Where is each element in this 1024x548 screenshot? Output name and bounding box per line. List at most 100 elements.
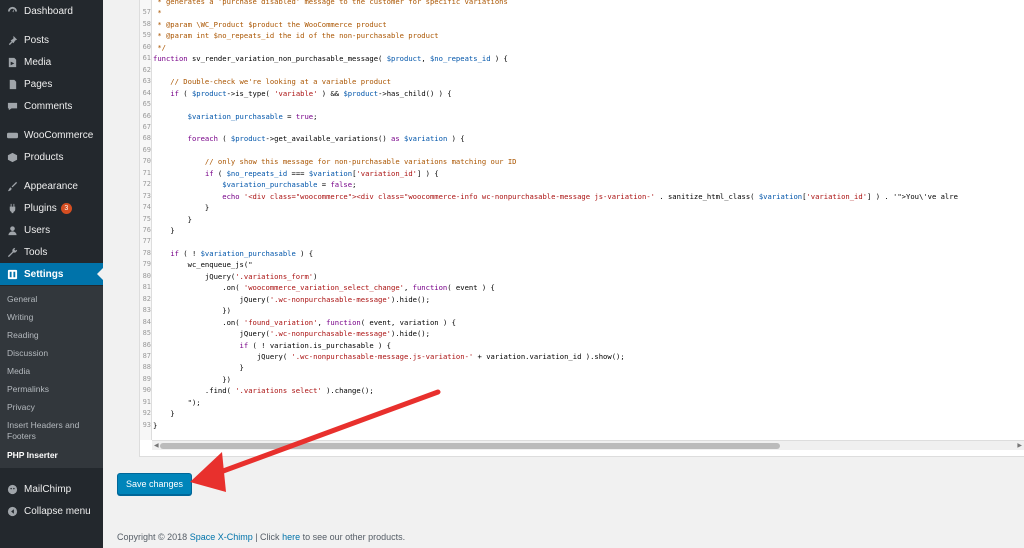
- submenu-item-general[interactable]: General: [7, 294, 99, 305]
- sidebar-item-label: MailChimp: [24, 483, 72, 495]
- save-changes-button[interactable]: Save changes: [117, 473, 192, 495]
- code-line[interactable]: 66 $variation_purchasable = true;: [140, 111, 1024, 122]
- code-line[interactable]: 67: [140, 122, 1024, 133]
- submenu-item-permalinks[interactable]: Permalinks: [7, 384, 99, 395]
- code-line[interactable]: 79 wc_enqueue_js(": [140, 259, 1024, 270]
- submenu-item-reading[interactable]: Reading: [7, 330, 99, 341]
- code-line[interactable]: 81 .on( 'woocommerce_variation_select_ch…: [140, 282, 1024, 293]
- submenu-item-discussion[interactable]: Discussion: [7, 348, 99, 359]
- sidebar-item-woocommerce[interactable]: WooCommerce: [0, 124, 103, 146]
- users-icon: [6, 224, 18, 236]
- code-line[interactable]: 92 }: [140, 408, 1024, 419]
- code-line[interactable]: 65: [140, 99, 1024, 110]
- sidebar-item-label: Products: [24, 151, 64, 163]
- sidebar-item-products[interactable]: Products: [0, 146, 103, 168]
- sidebar-item-mailchimp[interactable]: MailChimp: [0, 478, 103, 500]
- line-number: 82: [142, 294, 151, 303]
- horizontal-scrollbar[interactable]: ◀ ▶: [152, 440, 1024, 450]
- code-line[interactable]: 82 jQuery('.wc-nonpurchasable-message').…: [140, 294, 1024, 305]
- company-link[interactable]: Space X-Chimp: [190, 532, 253, 542]
- code-text: * @param int $no_repeats_id the id of th…: [153, 31, 439, 41]
- line-number: 79: [142, 260, 151, 269]
- code-line[interactable]: 80 jQuery('.variations_form'): [140, 271, 1024, 282]
- code-text: if ( ! variation.is_purchasable ) {: [239, 340, 392, 350]
- code-text: }: [153, 226, 175, 235]
- sidebar-item-users[interactable]: Users: [0, 219, 103, 241]
- code-text: .on( 'woocommerce_variation_select_chang…: [153, 283, 495, 293]
- sidebar-item-label: Collapse menu: [24, 505, 91, 517]
- update-count-badge: 3: [60, 202, 72, 214]
- line-number: 81: [142, 283, 151, 292]
- code-line[interactable]: 57 *: [140, 7, 1024, 18]
- code-text: * generates a 'purchase disabled' messag…: [153, 0, 508, 6]
- sidebar-item-tools[interactable]: Tools: [0, 241, 103, 263]
- line-number: 75: [142, 214, 151, 223]
- code-editor[interactable]: * generates a 'purchase disabled' messag…: [139, 0, 1024, 457]
- brush-icon: [6, 180, 18, 192]
- submenu-item-privacy[interactable]: Privacy: [7, 402, 99, 413]
- line-number: 67: [142, 122, 151, 131]
- code-line[interactable]: 60 */: [140, 42, 1024, 53]
- code-line[interactable]: 73 echo '<div class="woocommerce"><div c…: [140, 191, 1024, 202]
- sidebar-item-plugins[interactable]: Plugins 3: [0, 197, 103, 219]
- sidebar-item-label: Users: [24, 224, 51, 236]
- line-number: 73: [142, 191, 151, 200]
- sidebar-item-label: Comments: [24, 100, 73, 112]
- code-text: function sv_render_variation_non_purchas…: [153, 54, 508, 64]
- code-line[interactable]: 75 }: [140, 214, 1024, 225]
- code-line[interactable]: 87 jQuery( '.wc-nonpurchasable-message.j…: [140, 351, 1024, 362]
- submenu-item-php-inserter[interactable]: PHP Inserter: [7, 450, 99, 461]
- code-line[interactable]: 85 jQuery('.wc-nonpurchasable-message').…: [140, 328, 1024, 339]
- code-line[interactable]: 70 // only show this message for non-pur…: [140, 156, 1024, 167]
- code-line[interactable]: 62: [140, 65, 1024, 76]
- here-link[interactable]: here: [282, 532, 300, 542]
- code-line[interactable]: 71 if ( $no_repeats_id === $variation['v…: [140, 168, 1024, 179]
- sidebar-item-dashboard[interactable]: Dashboard: [0, 0, 103, 22]
- woocommerce-icon: [6, 129, 18, 141]
- code-text: }: [153, 409, 175, 419]
- code-line[interactable]: 59 * @param int $no_repeats_id the id of…: [140, 30, 1024, 41]
- line-number: 69: [142, 145, 151, 154]
- code-line[interactable]: 91 ");: [140, 397, 1024, 408]
- code-line[interactable]: 89 }): [140, 374, 1024, 385]
- line-number: 59: [142, 31, 151, 40]
- code-line[interactable]: * generates a 'purchase disabled' messag…: [140, 0, 1024, 7]
- code-line[interactable]: 83 }): [140, 305, 1024, 316]
- sidebar-item-label: Dashboard: [24, 5, 73, 17]
- code-line[interactable]: 69: [140, 145, 1024, 156]
- sidebar-item-appearance[interactable]: Appearance: [0, 175, 103, 197]
- line-number: 87: [142, 351, 151, 360]
- code-line[interactable]: 58 * @param \WC_Product $product the Woo…: [140, 19, 1024, 30]
- code-line[interactable]: 93}: [140, 420, 1024, 431]
- line-number: 93: [142, 420, 151, 429]
- sidebar-item-media[interactable]: Media: [0, 51, 103, 73]
- sidebar-item-pages[interactable]: Pages: [0, 73, 103, 95]
- code-line[interactable]: 77: [140, 236, 1024, 247]
- sidebar-item-label: Plugins: [24, 202, 57, 214]
- sidebar-item-comments[interactable]: Comments: [0, 95, 103, 117]
- submenu-item-media[interactable]: Media: [7, 366, 99, 377]
- code-line[interactable]: 90 .find( '.variations select' ).change(…: [140, 385, 1024, 396]
- code-text: }): [153, 374, 231, 384]
- submenu-item-insert-headers-and-footers[interactable]: Insert Headers and Footers: [7, 420, 99, 442]
- code-line[interactable]: 88 }: [140, 362, 1024, 373]
- scroll-right-icon[interactable]: ▶: [1017, 442, 1022, 449]
- code-line[interactable]: 84 .on( 'found_variation', function( eve…: [140, 317, 1024, 328]
- code-line[interactable]: 72 $variation_purchasable = false;: [140, 179, 1024, 190]
- sidebar-item-collapse-menu[interactable]: Collapse menu: [0, 500, 103, 522]
- submenu-item-writing[interactable]: Writing: [7, 312, 99, 323]
- scrollbar-thumb[interactable]: [160, 443, 780, 449]
- code-line[interactable]: 74 }: [140, 202, 1024, 213]
- line-number: 89: [142, 374, 151, 383]
- code-text: */: [153, 42, 166, 52]
- code-line[interactable]: 86 if ( ! variation.is_purchasable ) {: [140, 340, 1024, 351]
- code-line[interactable]: 63 // Double-check we're looking at a va…: [140, 76, 1024, 87]
- code-line[interactable]: 78 if ( ! $variation_purchasable ) {: [140, 248, 1024, 259]
- code-line[interactable]: 76 }: [140, 225, 1024, 236]
- scroll-left-icon[interactable]: ◀: [154, 442, 159, 449]
- sidebar-item-settings[interactable]: Settings: [0, 263, 103, 285]
- code-line[interactable]: 68 foreach ( $product->get_available_var…: [140, 133, 1024, 144]
- code-line[interactable]: 64 if ( $product->is_type( 'variable' ) …: [140, 88, 1024, 99]
- sidebar-item-posts[interactable]: Posts: [0, 29, 103, 51]
- code-line[interactable]: 61 function sv_render_variation_non_purch…: [140, 53, 1024, 64]
